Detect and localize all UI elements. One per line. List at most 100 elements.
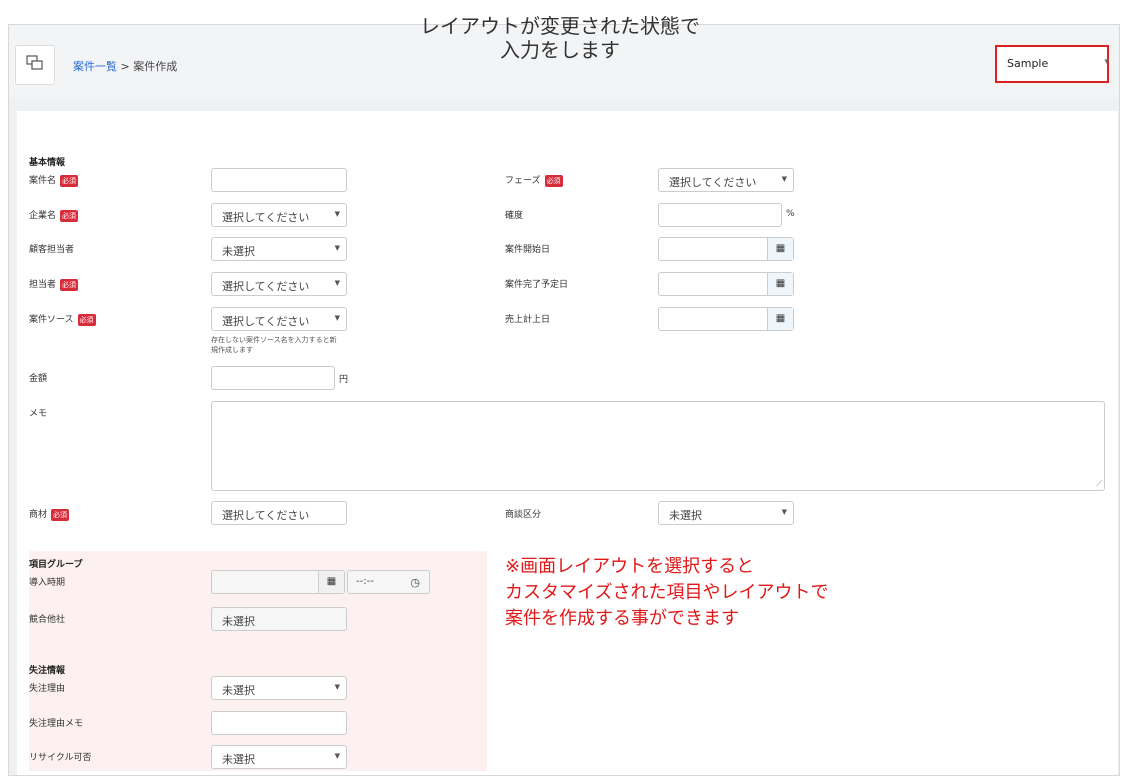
label-memo: メモ bbox=[29, 409, 48, 419]
caret-down-icon: ▼ bbox=[781, 175, 787, 183]
memo-textarea[interactable]: ⟋ bbox=[211, 401, 1105, 491]
caret-down-icon: ▼ bbox=[781, 508, 787, 516]
required-badge: 必須 bbox=[51, 508, 70, 521]
breadcrumb-current: 案件作成 bbox=[133, 60, 178, 73]
required-badge: 必須 bbox=[60, 278, 79, 291]
intro-time-value: --:-- bbox=[356, 576, 374, 587]
form-panel: 基本情報 案件名 必須 企業名 必須 選択してください ▼ 顧客担当者 未選択 ▼ … bbox=[17, 111, 1118, 775]
lost-reason-value: 未選択 bbox=[222, 684, 255, 697]
label-lost-reason-memo: 失注理由メモ bbox=[29, 719, 84, 729]
end-date-input[interactable]: ▦ bbox=[658, 272, 794, 296]
label-competitor: 競合他社 bbox=[29, 615, 66, 625]
chat-bubbles-icon bbox=[26, 54, 44, 76]
layout-select[interactable]: Sample ▾ bbox=[995, 45, 1109, 83]
caret-down-icon: ▼ bbox=[334, 210, 340, 218]
contact-select[interactable]: 未選択 ▼ bbox=[211, 237, 347, 261]
section-lost-info: 失注情報 bbox=[29, 666, 66, 676]
label-product: 商材 必須 bbox=[29, 507, 70, 521]
start-date-input[interactable]: ▦ bbox=[658, 237, 794, 261]
label-text: 担当者 bbox=[29, 280, 57, 290]
label-lost-reason: 失注理由 bbox=[29, 684, 66, 694]
label-text: 案件名 bbox=[29, 176, 57, 186]
breadcrumb-separator: > bbox=[120, 60, 130, 73]
amount-input[interactable] bbox=[211, 366, 335, 390]
recycle-value: 未選択 bbox=[222, 753, 255, 766]
label-text: 案件ソース bbox=[29, 315, 74, 325]
phase-select-value: 選択してください bbox=[669, 176, 757, 189]
app-window: 案件一覧 > 案件作成 Sample ▾ 基本情報 案件名 必須 企業名 必須 選択… bbox=[8, 24, 1120, 776]
caret-down-icon: ▾ bbox=[1104, 57, 1109, 67]
required-badge: 必須 bbox=[60, 209, 79, 222]
owner-select[interactable]: 選択してください ▼ bbox=[211, 272, 347, 296]
source-help-text: 存在しない案件ソース名を入力すると新 規作成します bbox=[211, 335, 337, 355]
caret-down-icon: ▼ bbox=[334, 314, 340, 322]
recycle-select[interactable]: 未選択 ▼ bbox=[211, 745, 347, 769]
deal-type-select[interactable]: 未選択 ▼ bbox=[658, 501, 794, 525]
required-badge: 必須 bbox=[544, 174, 563, 187]
calendar-icon[interactable]: ▦ bbox=[767, 238, 793, 260]
case-name-input[interactable] bbox=[211, 168, 347, 192]
deal-type-select-value: 未選択 bbox=[669, 509, 702, 522]
calendar-icon[interactable]: ▦ bbox=[318, 571, 344, 593]
product-input-value: 選択してください bbox=[222, 509, 310, 522]
caret-down-icon: ▼ bbox=[334, 279, 340, 287]
probability-unit: % bbox=[786, 209, 795, 219]
sales-date-input[interactable]: ▦ bbox=[658, 307, 794, 331]
caret-down-icon: ▼ bbox=[334, 683, 340, 691]
label-start-date: 案件開始日 bbox=[505, 245, 551, 255]
label-text: 企業名 bbox=[29, 211, 57, 221]
source-select[interactable]: 選択してください ▼ bbox=[211, 307, 347, 331]
probability-input[interactable] bbox=[658, 203, 782, 227]
label-source: 案件ソース 必須 bbox=[29, 312, 96, 326]
label-case-name: 案件名 必須 bbox=[29, 173, 79, 187]
company-select[interactable]: 選択してください ▼ bbox=[211, 203, 347, 227]
calendar-icon[interactable]: ▦ bbox=[767, 273, 793, 295]
phase-select[interactable]: 選択してください ▼ bbox=[658, 168, 794, 192]
label-company: 企業名 必須 bbox=[29, 208, 79, 222]
required-badge: 必須 bbox=[77, 313, 96, 326]
label-recycle: リサイクル可否 bbox=[29, 753, 92, 763]
section-basic-info: 基本情報 bbox=[29, 158, 66, 168]
top-callout-line-1: レイアウトが変更された状態で bbox=[420, 14, 700, 38]
required-badge: 必須 bbox=[60, 174, 79, 187]
label-deal-type: 商談区分 bbox=[505, 510, 542, 520]
section-item-group: 項目グループ bbox=[29, 560, 83, 570]
menu-toggle-button[interactable] bbox=[15, 45, 55, 85]
label-phase: フェーズ 必須 bbox=[505, 173, 563, 187]
clock-icon[interactable]: ◷ bbox=[410, 576, 420, 589]
label-contact: 顧客担当者 bbox=[29, 245, 75, 255]
label-probability: 確度 bbox=[505, 211, 524, 221]
label-owner: 担当者 必須 bbox=[29, 277, 79, 291]
calendar-icon[interactable]: ▦ bbox=[767, 308, 793, 330]
owner-select-value: 選択してください bbox=[222, 280, 310, 293]
layout-select-value: Sample bbox=[1007, 57, 1049, 70]
label-text: フェーズ bbox=[505, 176, 541, 186]
company-select-value: 選択してください bbox=[222, 211, 310, 224]
intro-time-input[interactable]: --:-- ◷ bbox=[347, 570, 430, 594]
label-end-date: 案件完了予定日 bbox=[505, 280, 569, 290]
red-callout-line-3: 案件を作成する事ができます bbox=[505, 608, 739, 629]
label-intro-period: 導入時期 bbox=[29, 578, 66, 588]
label-sales-date: 売上計上日 bbox=[505, 315, 551, 325]
label-text: 商材 bbox=[29, 510, 48, 520]
resize-handle-icon[interactable]: ⟋ bbox=[1096, 479, 1102, 489]
product-input[interactable]: 選択してください bbox=[211, 501, 347, 525]
caret-down-icon: ▼ bbox=[334, 752, 340, 760]
contact-select-value: 未選択 bbox=[222, 245, 255, 258]
caret-down-icon: ▼ bbox=[334, 244, 340, 252]
competitor-field[interactable]: 未選択 bbox=[211, 607, 347, 631]
help-line: 存在しない案件ソース名を入力すると新 bbox=[211, 336, 337, 344]
source-select-value: 選択してください bbox=[222, 315, 310, 328]
competitor-value: 未選択 bbox=[222, 615, 255, 628]
breadcrumb-link-case-list[interactable]: 案件一覧 bbox=[73, 60, 117, 73]
lost-reason-memo-input[interactable] bbox=[211, 711, 347, 735]
amount-unit: 円 bbox=[339, 375, 349, 385]
red-callout-line-1: ※画面レイアウトを選択すると bbox=[505, 556, 755, 577]
lost-reason-select[interactable]: 未選択 ▼ bbox=[211, 676, 347, 700]
intro-date-input[interactable]: ▦ bbox=[211, 570, 345, 594]
top-callout: レイアウトが変更された状態で 入力をします bbox=[370, 14, 750, 62]
red-callout-line-2: カスタマイズされた項目やレイアウトで bbox=[505, 582, 829, 603]
label-amount: 金額 bbox=[29, 374, 48, 384]
red-callout: ※画面レイアウトを選択すると カスタマイズされた項目やレイアウトで 案件を作成す… bbox=[505, 554, 828, 632]
help-line: 規作成します bbox=[211, 346, 253, 354]
